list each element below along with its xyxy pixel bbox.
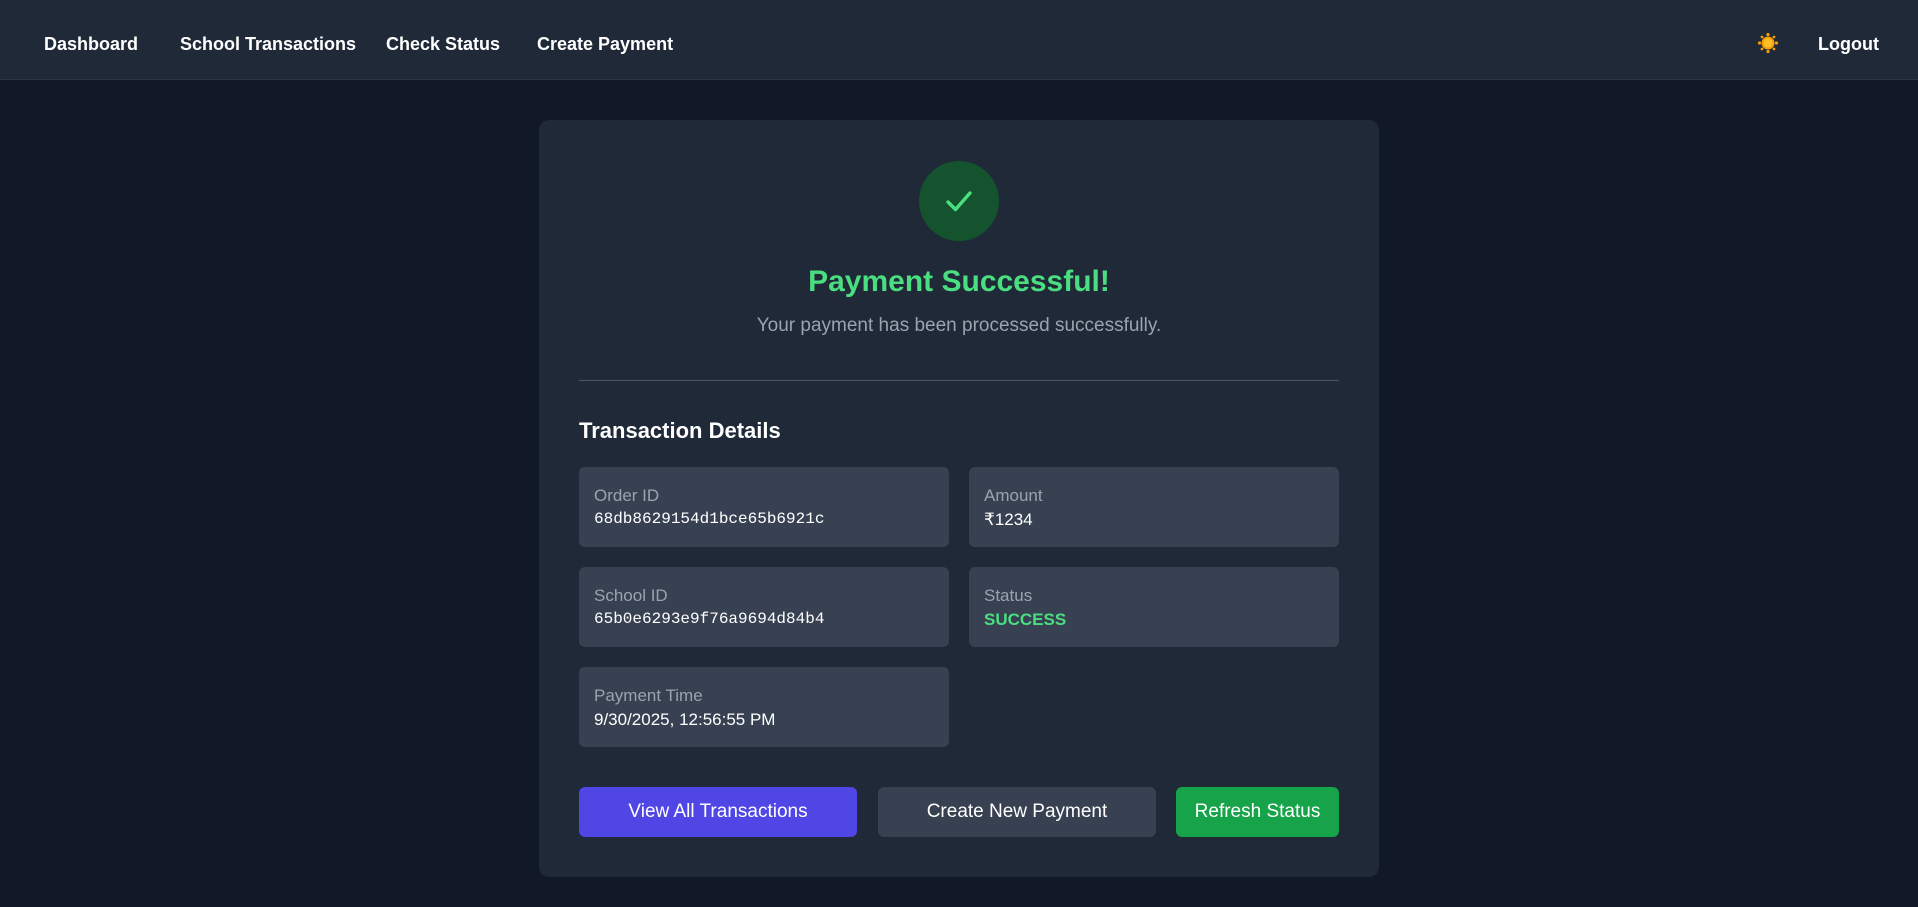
order-id-field: Order ID 68db8629154d1bce65b6921c [579, 467, 949, 547]
order-id-value: 68db8629154d1bce65b6921c [594, 510, 825, 528]
school-id-value: 65b0e6293e9f76a9694d84b4 [594, 610, 825, 628]
nav-create-payment[interactable]: Create Payment [537, 33, 673, 55]
nav-dashboard[interactable]: Dashboard [44, 33, 138, 55]
result-title: Payment Successful! [808, 265, 1110, 298]
create-new-payment-button[interactable]: Create New Payment [878, 787, 1156, 837]
payment-result-card: Payment Successful! Your payment has bee… [539, 120, 1379, 877]
payment-time-value: 9/30/2025, 12:56:55 PM [594, 710, 776, 729]
nav-check-status[interactable]: Check Status [386, 33, 500, 55]
top-navbar: Dashboard School Transactions Check Stat… [0, 0, 1918, 80]
view-all-transactions-button[interactable]: View All Transactions [579, 787, 857, 837]
nav-school-transactions[interactable]: School Transactions [180, 33, 356, 55]
status-label: Status [984, 586, 1033, 605]
amount-field: Amount ₹1234 [969, 467, 1339, 547]
status-value: SUCCESS [984, 610, 1067, 629]
check-icon [946, 191, 972, 212]
result-subtitle: Your payment has been processed successf… [756, 315, 1162, 336]
divider [579, 380, 1339, 381]
refresh-status-button[interactable]: Refresh Status [1176, 787, 1339, 837]
logout-link[interactable]: Logout [1818, 33, 1879, 55]
success-badge [919, 161, 999, 241]
status-field: Status SUCCESS [969, 567, 1339, 647]
school-id-field: School ID 65b0e6293e9f76a9694d84b4 [579, 567, 949, 647]
sun-icon[interactable] [1756, 31, 1780, 55]
school-id-label: School ID [594, 586, 668, 605]
amount-label: Amount [984, 486, 1043, 505]
order-id-label: Order ID [594, 486, 660, 505]
amount-value: ₹1234 [984, 510, 1033, 529]
payment-time-field: Payment Time 9/30/2025, 12:56:55 PM [579, 667, 949, 747]
payment-time-label: Payment Time [594, 686, 703, 705]
transaction-details-heading: Transaction Details [579, 418, 781, 443]
